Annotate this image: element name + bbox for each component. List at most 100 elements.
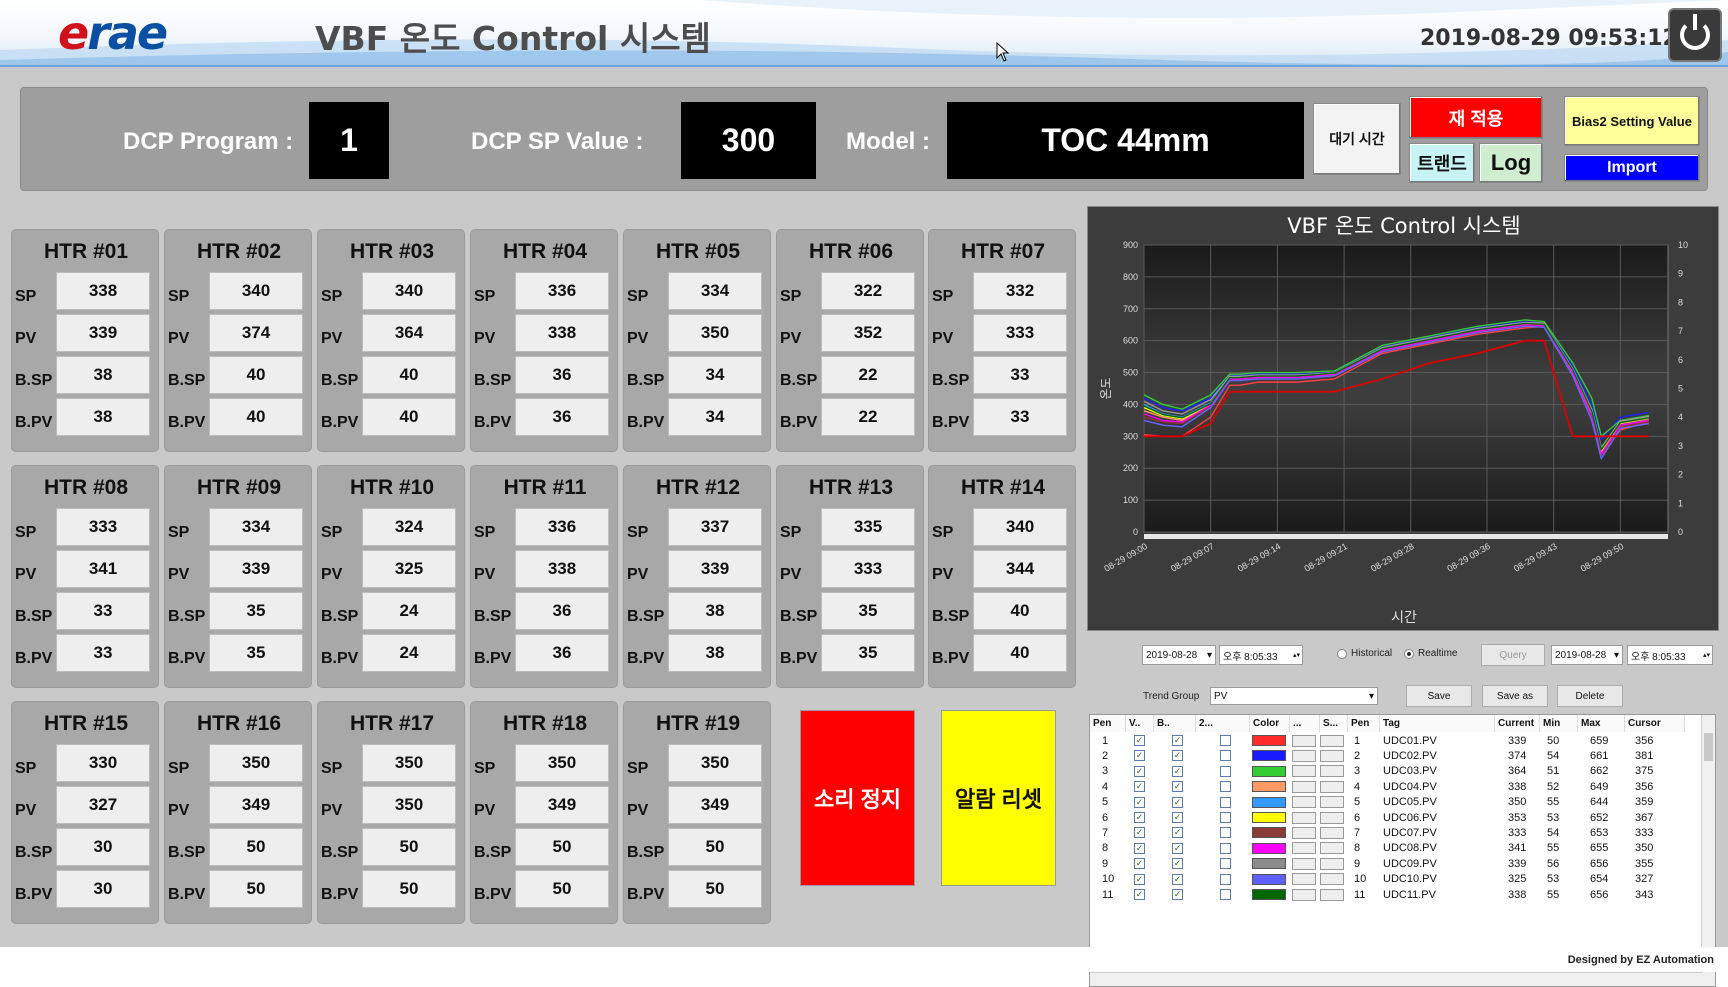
axis2-checkbox[interactable] <box>1220 841 1231 856</box>
column-header[interactable]: Pen <box>1090 715 1126 732</box>
axis2-checkbox[interactable] <box>1220 810 1231 825</box>
table-row[interactable]: 8 ✓ ✓ 8 UDC08.PV 341 55 655 350 <box>1090 841 1702 856</box>
style-cell[interactable] <box>1292 748 1316 763</box>
scale-cell[interactable] <box>1320 872 1344 887</box>
scale-cell[interactable] <box>1320 733 1344 748</box>
bold-checkbox[interactable]: ✓ <box>1172 748 1183 763</box>
scale-cell[interactable] <box>1320 841 1344 856</box>
style-cell[interactable] <box>1292 841 1316 856</box>
column-header[interactable]: Max <box>1578 715 1625 732</box>
style-cell[interactable] <box>1292 733 1316 748</box>
column-header[interactable]: Color <box>1250 715 1290 732</box>
color-cell[interactable] <box>1252 841 1286 856</box>
table-row[interactable]: 9 ✓ ✓ 9 UDC09.PV 339 56 656 355 <box>1090 856 1702 871</box>
visible-checkbox[interactable]: ✓ <box>1134 764 1145 779</box>
scale-cell[interactable] <box>1320 810 1344 825</box>
realtime-option[interactable]: Realtime <box>1404 648 1457 659</box>
power-button[interactable] <box>1668 8 1722 62</box>
visible-checkbox[interactable]: ✓ <box>1134 856 1145 871</box>
bold-checkbox[interactable]: ✓ <box>1172 779 1183 794</box>
alarm-reset-button[interactable]: 알람 리셋 <box>941 710 1056 886</box>
start-date-picker[interactable]: 2019-08-28 ▾ <box>1142 645 1216 665</box>
save-button[interactable]: Save <box>1406 685 1472 707</box>
color-cell[interactable] <box>1252 795 1286 810</box>
scale-cell[interactable] <box>1320 856 1344 871</box>
bold-checkbox[interactable]: ✓ <box>1172 764 1183 779</box>
visible-checkbox[interactable]: ✓ <box>1134 887 1145 902</box>
table-row[interactable]: 3 ✓ ✓ 3 UDC03.PV 364 51 662 375 <box>1090 764 1702 779</box>
log-button[interactable]: Log <box>1479 143 1543 183</box>
column-header[interactable]: V.. <box>1126 715 1154 732</box>
color-cell[interactable] <box>1252 856 1286 871</box>
visible-checkbox[interactable]: ✓ <box>1134 795 1145 810</box>
visible-checkbox[interactable]: ✓ <box>1134 872 1145 887</box>
color-cell[interactable] <box>1252 810 1286 825</box>
style-cell[interactable] <box>1292 872 1316 887</box>
axis2-checkbox[interactable] <box>1220 748 1231 763</box>
historical-option[interactable]: Historical <box>1337 648 1392 659</box>
bold-checkbox[interactable]: ✓ <box>1172 810 1183 825</box>
table-row[interactable]: 1 ✓ ✓ 1 UDC01.PV 339 50 659 356 <box>1090 733 1702 748</box>
reapply-button[interactable]: 재 적용 <box>1409 96 1543 139</box>
column-header[interactable]: S... <box>1320 715 1348 732</box>
delete-button[interactable]: Delete <box>1557 685 1623 707</box>
axis2-checkbox[interactable] <box>1220 795 1231 810</box>
scrollbar-thumb[interactable] <box>1704 733 1713 761</box>
style-cell[interactable] <box>1292 795 1316 810</box>
style-cell[interactable] <box>1292 856 1316 871</box>
table-row[interactable]: 6 ✓ ✓ 6 UDC06.PV 353 53 652 367 <box>1090 810 1702 825</box>
style-cell[interactable] <box>1292 764 1316 779</box>
axis2-checkbox[interactable] <box>1220 887 1231 902</box>
color-cell[interactable] <box>1252 779 1286 794</box>
color-cell[interactable] <box>1252 872 1286 887</box>
horizontal-scrollbar[interactable] <box>1090 972 1703 986</box>
column-header[interactable]: Min <box>1540 715 1578 732</box>
style-cell[interactable] <box>1292 825 1316 840</box>
query-button[interactable]: Query <box>1481 644 1545 666</box>
scale-cell[interactable] <box>1320 825 1344 840</box>
bold-checkbox[interactable]: ✓ <box>1172 795 1183 810</box>
bold-checkbox[interactable]: ✓ <box>1172 887 1183 902</box>
trend-group-select[interactable]: PV ▾ <box>1210 687 1378 705</box>
column-header[interactable]: 2... <box>1196 715 1250 732</box>
bias2-setting-button[interactable]: Bias2 Setting Value <box>1564 96 1700 146</box>
visible-checkbox[interactable]: ✓ <box>1134 841 1145 856</box>
scale-cell[interactable] <box>1320 779 1344 794</box>
axis2-checkbox[interactable] <box>1220 733 1231 748</box>
bold-checkbox[interactable]: ✓ <box>1172 856 1183 871</box>
bold-checkbox[interactable]: ✓ <box>1172 733 1183 748</box>
color-cell[interactable] <box>1252 748 1286 763</box>
color-cell[interactable] <box>1252 764 1286 779</box>
column-header[interactable]: ... <box>1290 715 1320 732</box>
end-date-picker[interactable]: 2019-08-28 ▾ <box>1551 645 1623 665</box>
table-row[interactable]: 10 ✓ ✓ 10 UDC10.PV 325 53 654 327 <box>1090 872 1702 887</box>
trend-button[interactable]: 트랜드 <box>1409 143 1475 183</box>
column-header[interactable]: Cursor <box>1625 715 1685 732</box>
column-header[interactable]: B.. <box>1154 715 1196 732</box>
color-cell[interactable] <box>1252 887 1286 902</box>
color-cell[interactable] <box>1252 733 1286 748</box>
visible-checkbox[interactable]: ✓ <box>1134 779 1145 794</box>
save-as-button[interactable]: Save as <box>1482 685 1548 707</box>
visible-checkbox[interactable]: ✓ <box>1134 825 1145 840</box>
scale-cell[interactable] <box>1320 748 1344 763</box>
standby-time-button[interactable]: 대기 시간 <box>1313 103 1401 175</box>
style-cell[interactable] <box>1292 887 1316 902</box>
column-header[interactable]: Current <box>1495 715 1540 732</box>
axis2-checkbox[interactable] <box>1220 764 1231 779</box>
bold-checkbox[interactable]: ✓ <box>1172 872 1183 887</box>
table-row[interactable]: 5 ✓ ✓ 5 UDC05.PV 350 55 644 359 <box>1090 795 1702 810</box>
table-row[interactable]: 11 ✓ ✓ 11 UDC11.PV 338 55 656 343 <box>1090 887 1702 902</box>
column-header[interactable]: Pen <box>1348 715 1380 732</box>
style-cell[interactable] <box>1292 810 1316 825</box>
visible-checkbox[interactable]: ✓ <box>1134 748 1145 763</box>
axis2-checkbox[interactable] <box>1220 825 1231 840</box>
style-cell[interactable] <box>1292 779 1316 794</box>
axis2-checkbox[interactable] <box>1220 856 1231 871</box>
bold-checkbox[interactable]: ✓ <box>1172 825 1183 840</box>
visible-checkbox[interactable]: ✓ <box>1134 733 1145 748</box>
table-row[interactable]: 7 ✓ ✓ 7 UDC07.PV 333 54 653 333 <box>1090 825 1702 840</box>
axis2-checkbox[interactable] <box>1220 779 1231 794</box>
scale-cell[interactable] <box>1320 764 1344 779</box>
scale-cell[interactable] <box>1320 887 1344 902</box>
